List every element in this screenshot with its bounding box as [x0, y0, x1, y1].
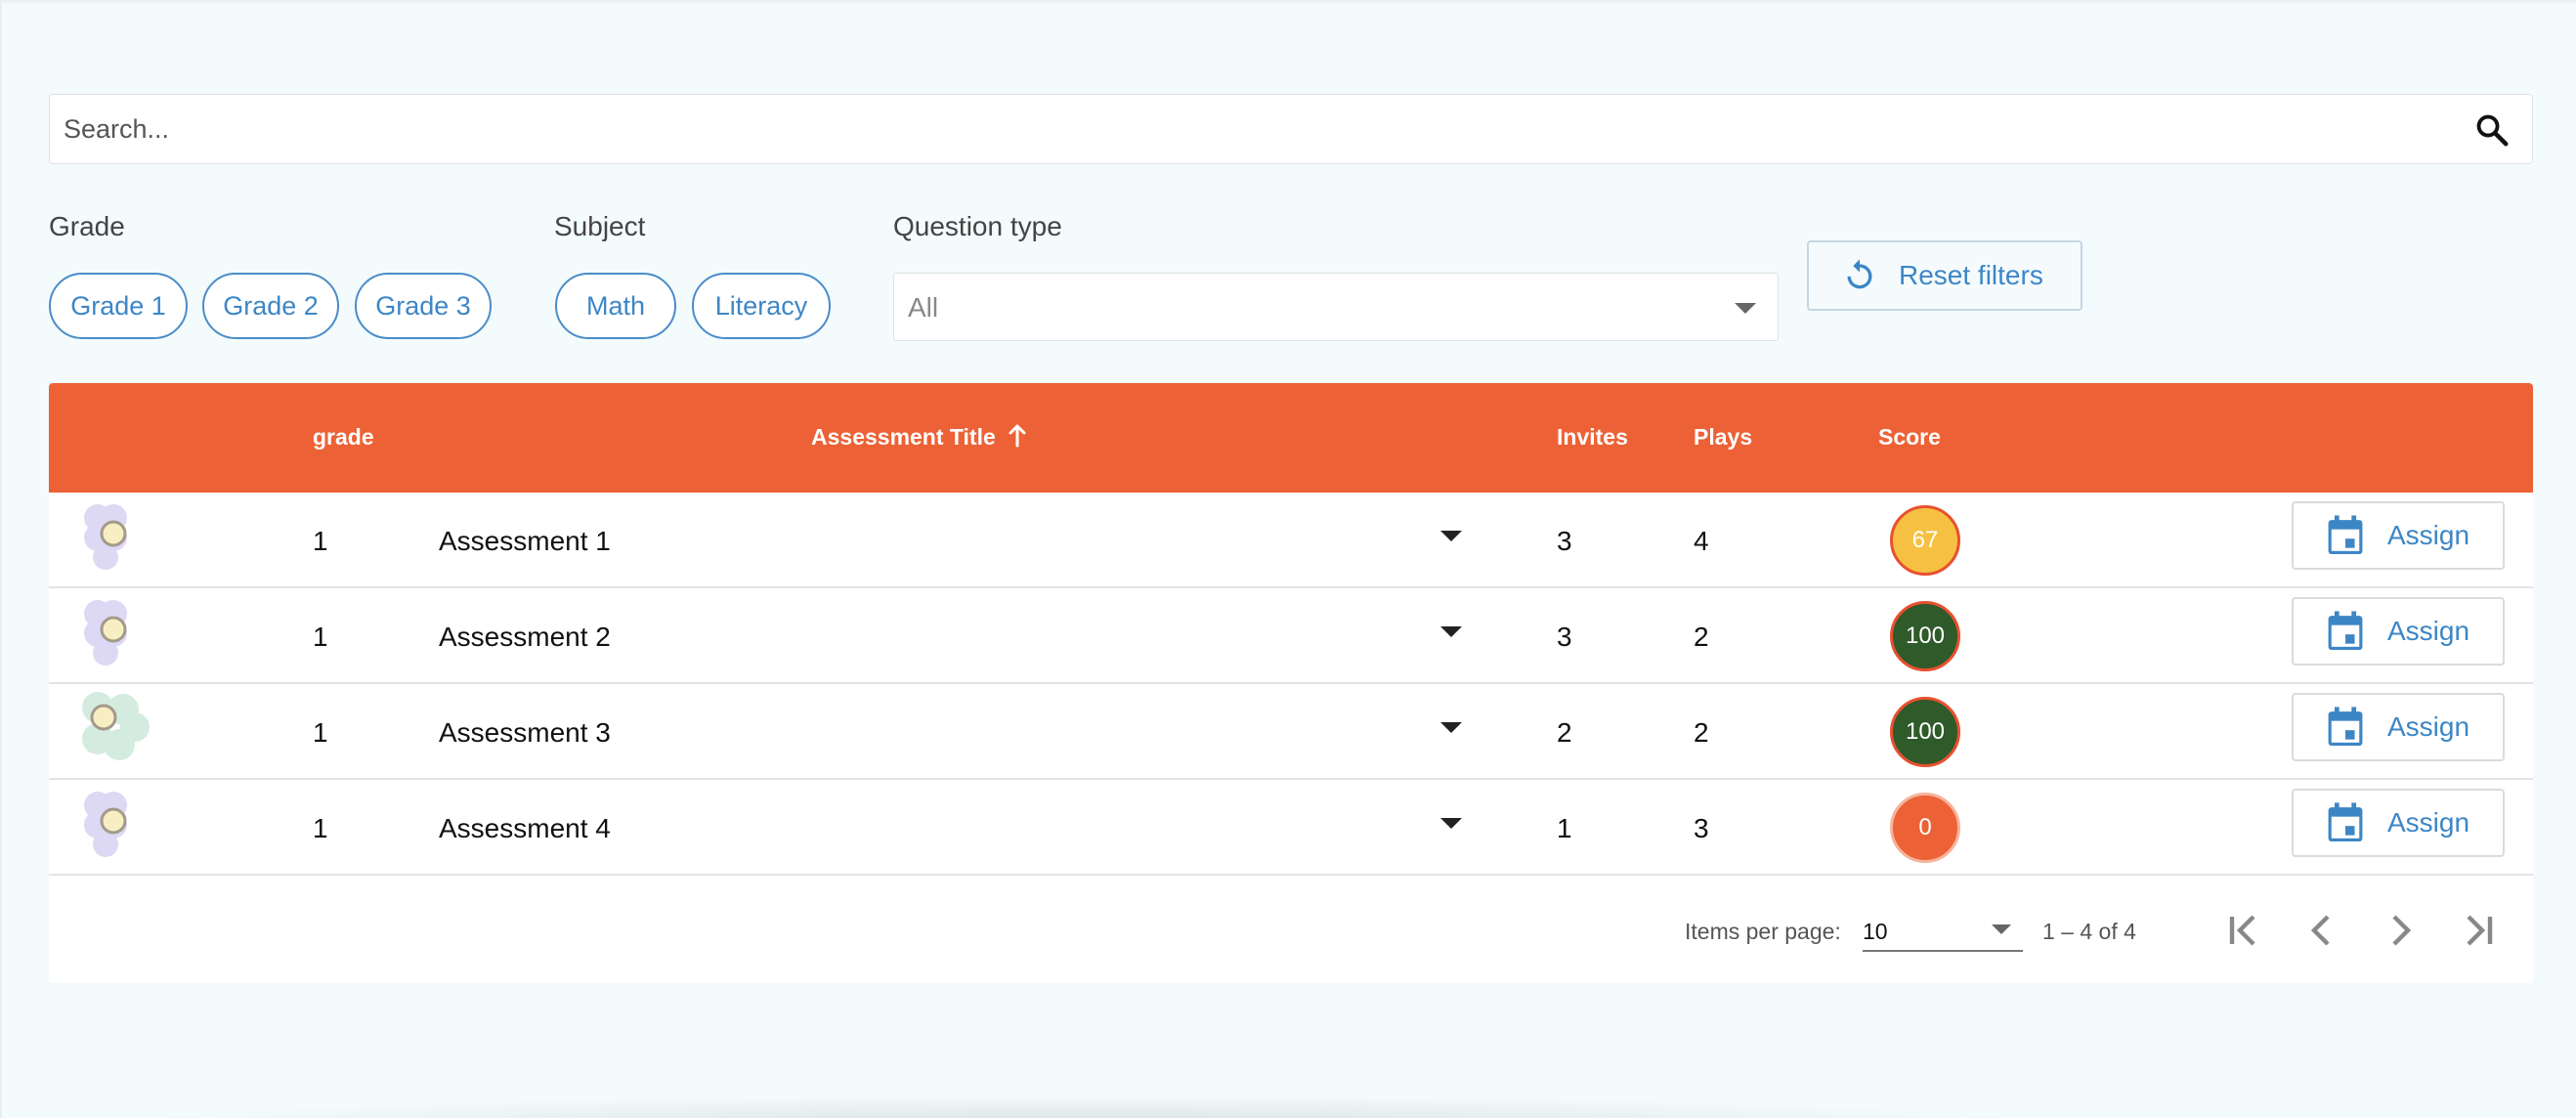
table-row[interactable]: 1 Assessment 4 1 3 0 Assign: [49, 780, 2533, 876]
grade-cell: 1: [313, 717, 328, 748]
plays-cell: 3: [1694, 813, 1709, 843]
question-type-filter-label: Question type: [893, 211, 1062, 241]
grade-filter-label: Grade: [49, 211, 125, 241]
previous-page-icon[interactable]: [2298, 907, 2345, 954]
items-per-page-select[interactable]: 10: [1863, 909, 2023, 952]
sort-arrow-up-icon: [1009, 424, 1026, 448]
page-range: 1 – 4 of 4: [2042, 919, 2136, 944]
calendar-icon: [2328, 611, 2363, 650]
expand-arrow-icon[interactable]: [1440, 626, 1462, 637]
expand-arrow-icon[interactable]: [1440, 531, 1462, 541]
chip-grade-2[interactable]: Grade 2: [202, 273, 339, 339]
header-invites[interactable]: Invites: [1557, 424, 1628, 451]
table-row[interactable]: 1 Assessment 3 2 2 100 Assign: [49, 684, 2533, 780]
assign-button[interactable]: Assign: [2292, 693, 2505, 761]
table-row[interactable]: 1 Assessment 1 3 4 67 Assign: [49, 493, 2533, 588]
header-assessment-title[interactable]: Assessment Title: [811, 424, 1027, 451]
assign-label: Assign: [2387, 807, 2470, 838]
search-input[interactable]: [64, 95, 2448, 163]
last-page-icon[interactable]: [2455, 907, 2502, 954]
header-grade[interactable]: grade: [313, 424, 374, 451]
assign-label: Assign: [2387, 520, 2470, 550]
grade-cell: 1: [313, 526, 328, 556]
flower-icon: [82, 692, 150, 760]
title-cell: Assessment 3: [439, 717, 611, 748]
assessments-table: grade Assessment Title Invites Plays Sco…: [49, 383, 2533, 983]
assign-button[interactable]: Assign: [2292, 789, 2505, 857]
plays-cell: 4: [1694, 526, 1709, 556]
reset-filters-button[interactable]: Reset filters: [1807, 240, 2082, 311]
calendar-icon: [2328, 515, 2363, 554]
chip-grade-1[interactable]: Grade 1: [49, 273, 188, 339]
reset-filters-label: Reset filters: [1899, 260, 2043, 290]
table-row[interactable]: 1 Assessment 2 3 2 100 Assign: [49, 588, 2533, 684]
assign-button[interactable]: Assign: [2292, 501, 2505, 570]
grade-cell: 1: [313, 813, 328, 843]
calendar-icon: [2328, 802, 2363, 841]
chip-math[interactable]: Math: [555, 273, 676, 339]
reset-icon: [1847, 259, 1872, 289]
score-badge: 67: [1890, 505, 1960, 576]
first-page-icon[interactable]: [2220, 907, 2267, 954]
chip-grade-3[interactable]: Grade 3: [355, 273, 492, 339]
left-divider: [0, 0, 2, 1118]
bottom-shadow: [117, 1095, 2052, 1118]
flower-icon: [84, 504, 127, 570]
search-icon[interactable]: [2473, 111, 2511, 149]
search-bar: [49, 94, 2533, 164]
items-per-page-label: Items per page:: [1685, 919, 1841, 944]
next-page-icon[interactable]: [2377, 907, 2424, 954]
score-badge: 100: [1890, 697, 1960, 767]
header-plays[interactable]: Plays: [1694, 424, 1752, 451]
chip-literacy[interactable]: Literacy: [692, 273, 831, 339]
grade-cell: 1: [313, 622, 328, 652]
title-cell: Assessment 2: [439, 622, 611, 652]
title-cell: Assessment 1: [439, 526, 611, 556]
calendar-icon: [2328, 707, 2363, 746]
expand-arrow-icon[interactable]: [1440, 722, 1462, 733]
invites-cell: 2: [1557, 717, 1572, 748]
plays-cell: 2: [1694, 622, 1709, 652]
header-score[interactable]: Score: [1878, 424, 1941, 451]
invites-cell: 1: [1557, 813, 1572, 843]
header-title-label: Assessment Title: [811, 424, 996, 450]
flower-icon: [84, 600, 127, 666]
score-badge: 0: [1890, 793, 1960, 863]
invites-cell: 3: [1557, 622, 1572, 652]
items-per-page-value: 10: [1863, 919, 1888, 944]
assign-button[interactable]: Assign: [2292, 597, 2505, 666]
table-header: grade Assessment Title Invites Plays Sco…: [49, 383, 2533, 493]
chevron-down-icon: [1992, 924, 2011, 934]
question-type-value: All: [908, 292, 939, 322]
assign-label: Assign: [2387, 711, 2470, 742]
subject-filter-label: Subject: [554, 211, 646, 241]
title-cell: Assessment 4: [439, 813, 611, 843]
flower-icon: [84, 792, 127, 857]
assign-label: Assign: [2387, 616, 2470, 646]
invites-cell: 3: [1557, 526, 1572, 556]
page: Grade Subject Question type Grade 1 Grad…: [0, 0, 2576, 1118]
plays-cell: 2: [1694, 717, 1709, 748]
top-divider: [0, 0, 2576, 4]
score-badge: 100: [1890, 601, 1960, 671]
question-type-select[interactable]: All: [893, 273, 1779, 341]
expand-arrow-icon[interactable]: [1440, 818, 1462, 829]
chevron-down-icon: [1735, 303, 1756, 314]
